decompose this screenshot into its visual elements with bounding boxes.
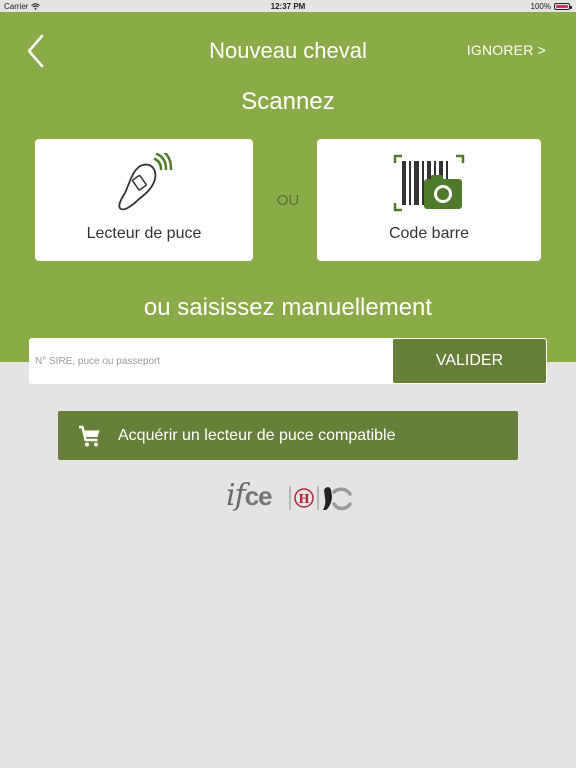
rfid-reader-label: Lecteur de puce bbox=[86, 225, 202, 242]
status-time: 12:37 PM bbox=[270, 2, 306, 11]
haras-emblem-icon: H bbox=[289, 486, 352, 511]
rfid-reader-icon bbox=[118, 153, 173, 211]
battery-percent: 100% bbox=[530, 2, 551, 11]
ifce-wordmark: ifce bbox=[226, 476, 273, 516]
buy-reader-label: Acquérir un lecteur de puce compatible bbox=[118, 426, 396, 444]
buy-reader-button[interactable]: Acquérir un lecteur de puce compatible bbox=[58, 411, 518, 460]
identifier-input[interactable] bbox=[29, 338, 391, 384]
skip-button[interactable]: IGNORER > bbox=[467, 42, 546, 58]
logo-ce: ce bbox=[244, 481, 273, 511]
status-bar: Carrier 12:37 PM 100% bbox=[0, 0, 576, 12]
manual-entry-form: VALIDER bbox=[29, 338, 547, 384]
battery-icon bbox=[554, 3, 572, 10]
or-separator: OU bbox=[276, 192, 300, 209]
cart-icon bbox=[79, 425, 100, 446]
barcode-icon-wrap bbox=[317, 153, 541, 215]
barcode-card[interactable]: Code barre bbox=[317, 139, 541, 261]
manual-entry-heading: ou saisissez manuellement bbox=[143, 294, 433, 321]
scan-heading: Scannez bbox=[241, 88, 335, 115]
validate-button[interactable]: VALIDER bbox=[393, 339, 546, 383]
battery-indicator: 100% bbox=[530, 2, 572, 11]
rfid-reader-card[interactable]: Lecteur de puce bbox=[35, 139, 253, 261]
rfid-reader-icon-wrap bbox=[35, 153, 253, 215]
ifce-logo: ifce H bbox=[224, 476, 354, 516]
logo-if: if bbox=[226, 478, 246, 513]
barcode-camera-icon bbox=[393, 154, 465, 212]
svg-text:H: H bbox=[298, 492, 309, 506]
barcode-label: Code barre bbox=[388, 225, 470, 242]
